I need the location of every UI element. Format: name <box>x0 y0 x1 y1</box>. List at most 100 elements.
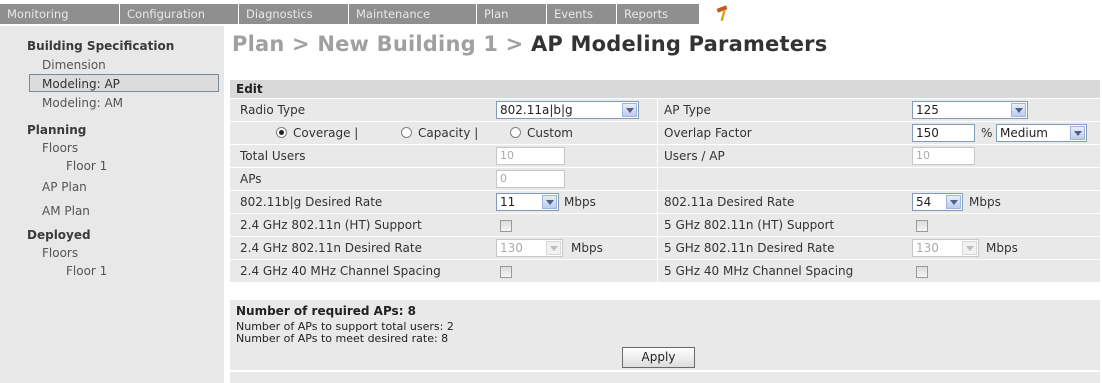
n5-desired-rate-label: 5 GHz 802.11n Desired Rate <box>664 241 835 255</box>
divider <box>657 122 658 144</box>
divider <box>657 191 658 213</box>
top-nav: Monitoring Configuration Diagnostics Mai… <box>0 0 1102 26</box>
n24-desired-rate-value: 130 <box>500 241 523 255</box>
radio-type-value: 802.11a|b|g <box>500 103 573 117</box>
sidebar-heading-deployed[interactable]: Deployed <box>27 226 224 244</box>
custom-label: Custom <box>527 126 573 140</box>
a-desired-rate-select[interactable]: 54 <box>912 193 963 211</box>
sidebar-heading-planning[interactable]: Planning <box>27 121 224 139</box>
n5-rate-unit: Mbps <box>986 241 1018 255</box>
aps-for-rate-text: Number of APs to meet desired rate: 8 <box>236 332 449 345</box>
footer-strip <box>230 372 1100 383</box>
bg-desired-rate-label: 802.11b|g Desired Rate <box>240 195 383 209</box>
sidebar: Building Specification Dimension Modelin… <box>0 26 224 383</box>
capacity-label: Capacity | <box>418 126 479 140</box>
tab-monitoring[interactable]: Monitoring <box>0 4 120 24</box>
form-row: 2.4 GHz 40 MHz Channel Spacing 5 GHz 40 … <box>230 260 1100 282</box>
bg-desired-rate-select[interactable]: 11 <box>496 193 559 211</box>
n5-desired-rate-value: 130 <box>916 241 939 255</box>
tab-reports[interactable]: Reports <box>617 4 700 24</box>
chevron-down-icon <box>962 241 977 255</box>
sidebar-item-modeling-ap[interactable]: Modeling: AP <box>29 74 219 92</box>
n24-desired-rate-select[interactable]: 130 <box>496 239 563 257</box>
chevron-down-icon <box>546 241 561 255</box>
aps-input[interactable]: 0 <box>496 170 565 188</box>
ap-type-label: AP Type <box>664 103 711 117</box>
a-rate-unit: Mbps <box>969 195 1001 209</box>
ch5-spacing-checkbox[interactable] <box>916 266 928 278</box>
chevron-down-icon <box>1011 103 1026 117</box>
divider <box>657 99 658 121</box>
overlap-level-select[interactable]: Medium <box>996 124 1087 142</box>
ch5-spacing-label: 5 GHz 40 MHz Channel Spacing <box>664 264 854 278</box>
overlap-unit: % <box>981 126 993 140</box>
form-row: 2.4 GHz 802.11n (HT) Support 5 GHz 802.1… <box>230 214 1100 236</box>
form-row: APs 0 <box>230 168 1100 190</box>
chevron-down-icon <box>1070 126 1085 140</box>
n24-desired-rate-label: 2.4 GHz 802.11n Desired Rate <box>240 241 422 255</box>
sidebar-heading-building-specification[interactable]: Building Specification <box>27 37 224 55</box>
radio-type-select[interactable]: 802.11a|b|g <box>496 101 639 119</box>
form-row: Radio Type 802.11a|b|g AP Type 125 <box>230 99 1100 121</box>
sidebar-item-floors[interactable]: Floors <box>42 139 224 157</box>
ch24-spacing-checkbox[interactable] <box>500 266 512 278</box>
edit-section-header: Edit <box>230 80 1100 98</box>
divider <box>657 260 658 282</box>
ht5-support-checkbox[interactable] <box>916 220 928 232</box>
divider <box>657 145 658 167</box>
page-title-current: AP Modeling Parameters <box>530 32 828 56</box>
ap-type-select[interactable]: 125 <box>912 101 1028 119</box>
n24-rate-unit: Mbps <box>571 241 603 255</box>
coverage-radio[interactable] <box>276 127 287 138</box>
sidebar-item-deployed-floor-1[interactable]: Floor 1 <box>66 262 224 280</box>
chevron-down-icon <box>622 103 637 117</box>
aps-label: APs <box>240 172 262 186</box>
tab-events[interactable]: Events <box>547 4 617 24</box>
ch24-spacing-label: 2.4 GHz 40 MHz Channel Spacing <box>240 264 441 278</box>
overlap-factor-label: Overlap Factor <box>664 126 752 140</box>
tab-maintenance[interactable]: Maintenance <box>349 4 477 24</box>
ap-type-value: 125 <box>916 103 939 117</box>
divider <box>657 237 658 259</box>
form-row: 802.11b|g Desired Rate 11 Mbps 802.11a D… <box>230 191 1100 213</box>
capacity-radio[interactable] <box>401 127 412 138</box>
bg-rate-unit: Mbps <box>564 195 596 209</box>
breadcrumb: Plan > New Building 1 > <box>232 32 531 56</box>
sidebar-item-dimension[interactable]: Dimension <box>42 56 224 74</box>
sidebar-item-ap-plan[interactable]: AP Plan <box>42 178 224 196</box>
ht24-support-checkbox[interactable] <box>500 220 512 232</box>
tab-configuration[interactable]: Configuration <box>120 4 239 24</box>
total-users-label: Total Users <box>240 149 306 163</box>
users-per-ap-input[interactable]: 10 <box>912 147 975 165</box>
n5-desired-rate-select[interactable]: 130 <box>912 239 979 257</box>
divider <box>657 168 658 190</box>
tab-plan[interactable]: Plan <box>477 4 547 24</box>
overlap-level-value: Medium <box>1000 126 1048 140</box>
form-row: Coverage | Capacity | Custom Overlap Fac… <box>230 122 1100 144</box>
ht24-support-label: 2.4 GHz 802.11n (HT) Support <box>240 218 422 232</box>
custom-radio[interactable] <box>510 127 521 138</box>
coverage-label: Coverage | <box>293 126 359 140</box>
sidebar-item-deployed-floors[interactable]: Floors <box>42 244 224 262</box>
sidebar-item-modeling-am[interactable]: Modeling: AM <box>42 94 224 112</box>
chevron-down-icon <box>542 195 557 209</box>
chevron-down-icon <box>946 195 961 209</box>
tab-diagnostics[interactable]: Diagnostics <box>239 4 349 24</box>
apply-button[interactable]: Apply <box>622 347 695 368</box>
overlap-factor-input[interactable]: 150 <box>912 124 975 142</box>
sidebar-item-am-plan[interactable]: AM Plan <box>42 202 224 220</box>
hammer-icon[interactable] <box>714 5 732 23</box>
a-desired-rate-value: 54 <box>916 195 932 209</box>
page-title: Plan > New Building 1 > AP Modeling Para… <box>232 32 827 56</box>
ht5-support-label: 5 GHz 802.11n (HT) Support <box>664 218 835 232</box>
total-users-input[interactable]: 10 <box>496 147 565 165</box>
form-row: Total Users 10 Users / AP 10 <box>230 145 1100 167</box>
bg-desired-rate-value: 11 <box>500 195 516 209</box>
a-desired-rate-label: 802.11a Desired Rate <box>664 195 795 209</box>
divider <box>657 214 658 236</box>
required-aps-text: Number of required APs: 8 <box>236 304 417 318</box>
users-per-ap-label: Users / AP <box>664 149 725 163</box>
radio-type-label: Radio Type <box>240 103 306 117</box>
sidebar-item-floor-1[interactable]: Floor 1 <box>66 157 224 175</box>
form-row: 2.4 GHz 802.11n Desired Rate 130 Mbps 5 … <box>230 237 1100 259</box>
